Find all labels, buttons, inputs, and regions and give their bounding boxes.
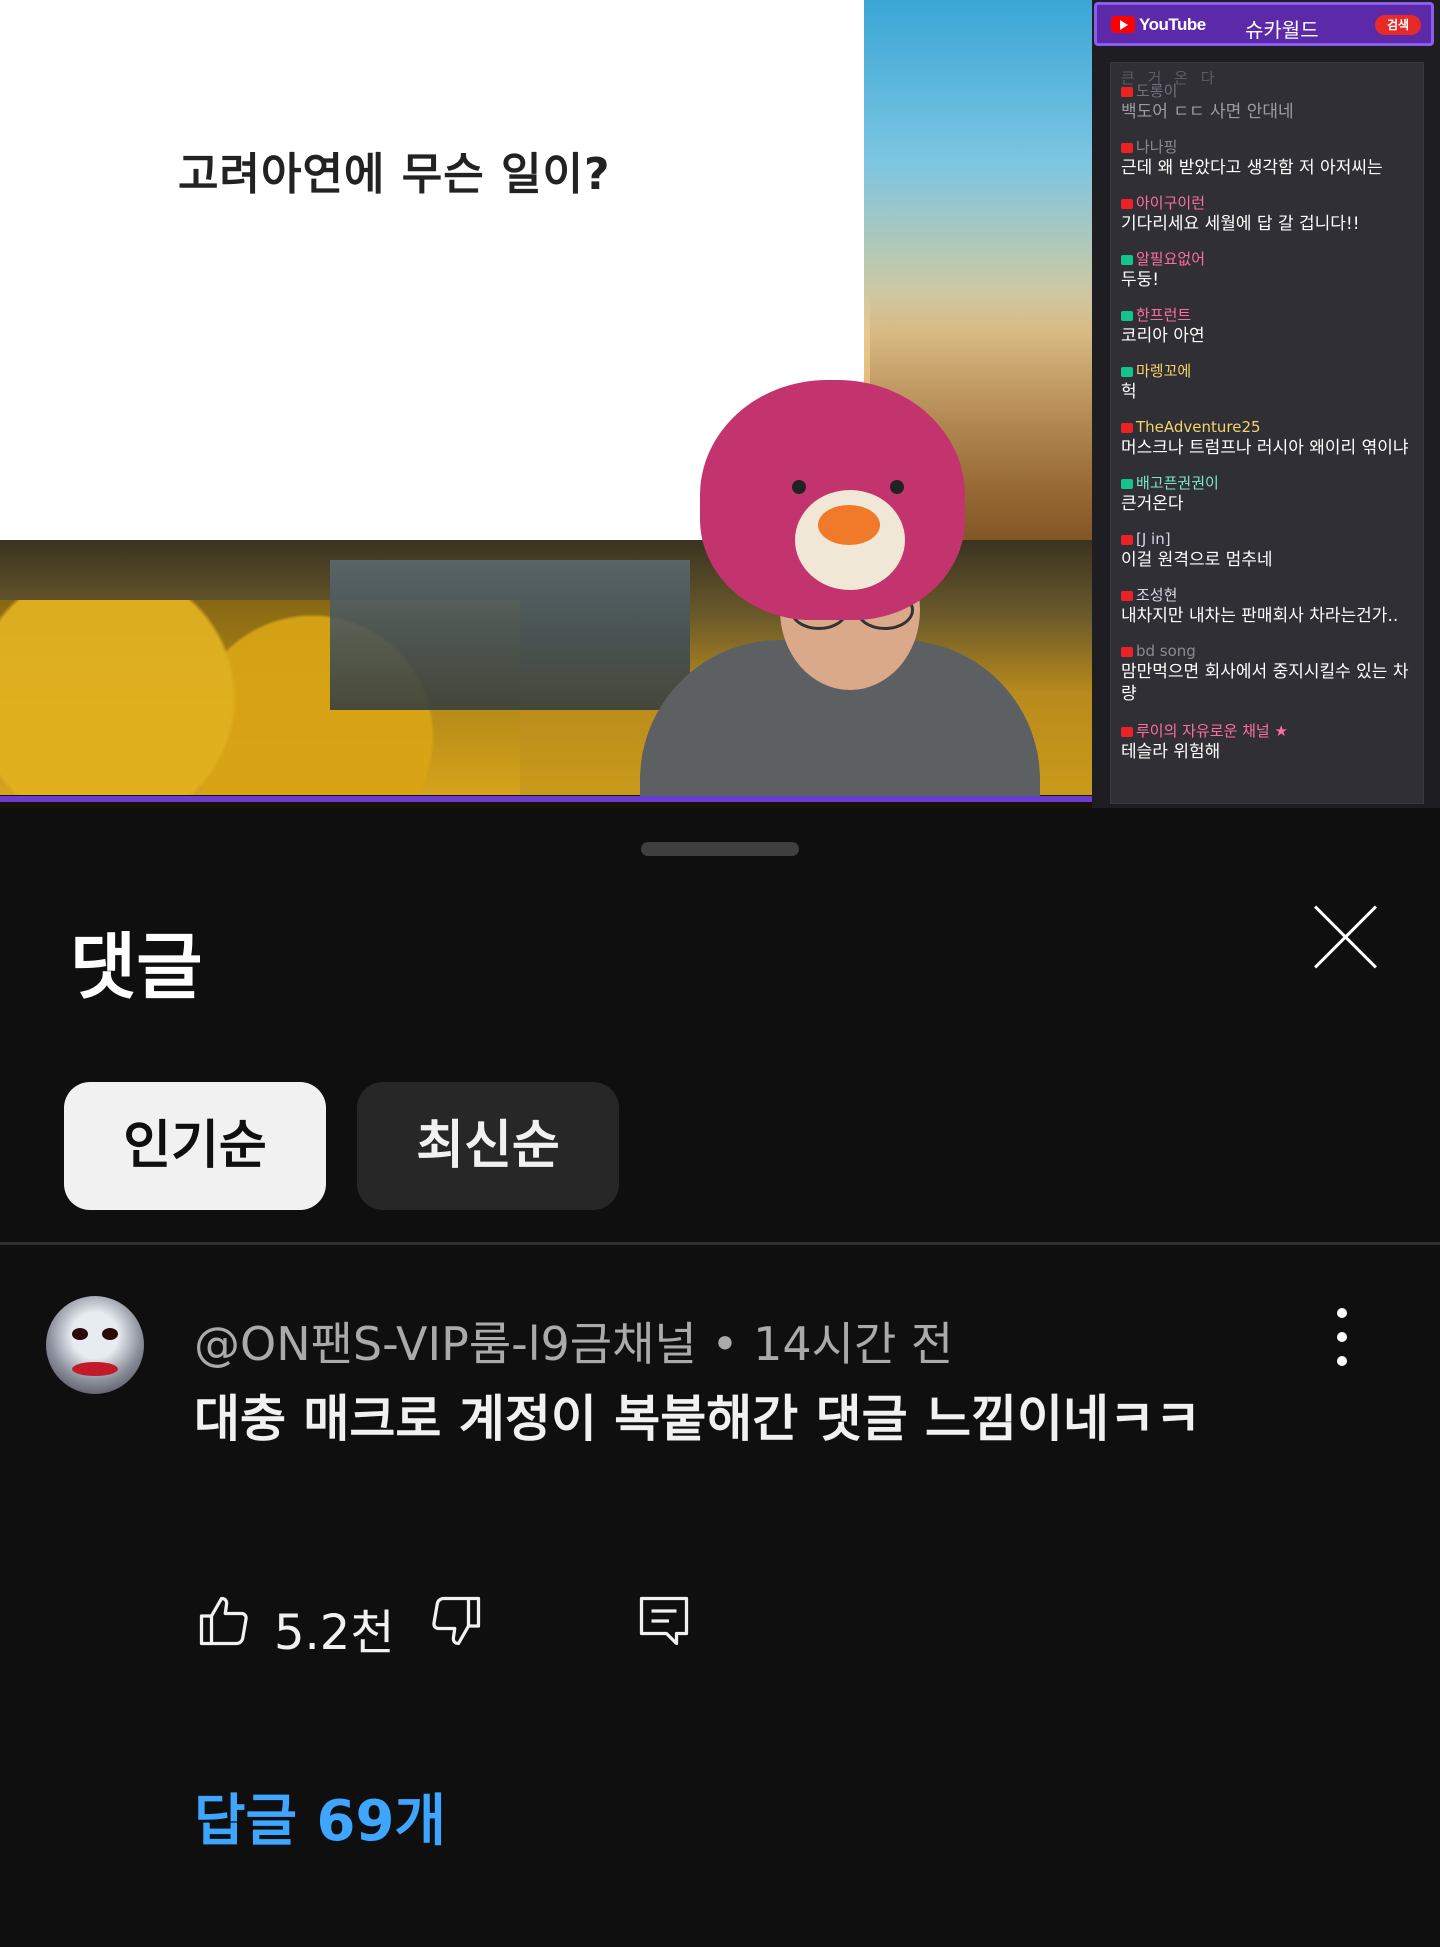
chat-message: 한프런트 코리아 아연 — [1121, 305, 1426, 347]
chat-text: 테슬라 위험해 — [1121, 742, 1221, 762]
reply-icon — [639, 1596, 689, 1646]
chat-message: 도롱이 백도어 ㄷㄷ 사면 안대네 — [1121, 81, 1426, 123]
comment-author-time[interactable]: @ON팬S-VIP룸-l9금채널 • 14시간 전 — [194, 1308, 953, 1374]
hat-nose — [818, 505, 880, 545]
chat-username: bd song — [1136, 642, 1196, 660]
chat-text-continued: 량 — [1121, 684, 1137, 704]
background-houses — [330, 560, 690, 710]
close-button[interactable] — [1308, 900, 1382, 974]
streamer — [640, 380, 1040, 800]
video-progress-bar[interactable] — [0, 796, 1092, 802]
slide-title: 고려아연에 무슨 일이? — [178, 149, 611, 200]
channel-name: 슈카월드 — [1245, 18, 1319, 42]
sort-chip-newest[interactable]: 최신순 — [357, 1082, 619, 1210]
chat-message: TheAdventure25 머스크나 트럼프나 러시아 왜이리 엮이냐 — [1121, 417, 1426, 459]
thumbs-up-icon — [199, 1596, 248, 1646]
like-count: 5.2천 — [274, 1605, 395, 1661]
chat-username: [J in] — [1136, 530, 1171, 548]
youtube-icon — [1121, 534, 1133, 545]
avatar[interactable] — [46, 1296, 144, 1394]
hat-eye — [792, 480, 806, 494]
youtube-icon — [1121, 422, 1133, 433]
bear-hat — [700, 380, 965, 620]
youtube-icon — [1121, 590, 1133, 601]
youtube-icon — [1121, 86, 1133, 97]
chat-username: 알필요없어 — [1136, 250, 1206, 268]
drag-handle[interactable] — [641, 842, 799, 856]
live-chat-overlay: YouTube 슈카월드 검색 큰 거 온 다 도롱이 백도어 ㄷㄷ 사면 안대… — [1092, 0, 1440, 808]
chat-message: 나나핑 근데 왜 받았다고 생각함 저 아저씨는 — [1121, 137, 1426, 179]
chat-text: 백도어 ㄷㄷ 사면 안대네 — [1121, 102, 1294, 122]
video-player[interactable]: 고려아연에 무슨 일이? YouTube 슈카월드 검색 큰 거 온 다 도롱이… — [0, 0, 1440, 808]
chat-text: 헉 — [1121, 382, 1137, 402]
divider — [0, 1242, 1440, 1245]
chat-username: 나나핑 — [1136, 138, 1178, 156]
comment-text: 대충 매크로 계정이 복붙해간 댓글 느낌이네ㅋㅋ — [194, 1390, 1202, 1448]
platform-name: YouTube — [1139, 15, 1206, 34]
chzzk-icon — [1121, 366, 1133, 377]
chat-username: 마렝꼬에 — [1136, 362, 1192, 380]
chat-username: 조성현 — [1136, 586, 1178, 604]
chat-message: [J in] 이걸 원격으로 멈추네 — [1121, 529, 1426, 571]
hat-eye — [890, 480, 904, 494]
chat-text: 머스크나 트럼프나 러시아 왜이리 엮이냐 — [1121, 438, 1409, 458]
chat-message: 조성현 내차지만 내차는 판매회사 차라는건가.. — [1121, 585, 1426, 627]
chat-username: 아이구이런 — [1136, 194, 1206, 212]
youtube-icon — [1121, 646, 1133, 657]
chat-messages: 큰 거 온 다 도롱이 백도어 ㄷㄷ 사면 안대네 나나핑 근데 왜 받았다고 … — [1110, 62, 1424, 804]
youtube-icon — [1121, 726, 1133, 737]
chat-text: 큰거온다 — [1121, 494, 1184, 514]
chat-message: 루이의 자유로운 채널 ★ 테슬라 위험해 — [1121, 721, 1426, 763]
chat-text: 기다리세요 세월에 답 갈 겁니다!! — [1121, 214, 1360, 234]
panel-title: 댓글 — [70, 925, 203, 1009]
like-button[interactable] — [194, 1591, 254, 1651]
youtube-logo-icon — [1111, 16, 1135, 33]
chat-text: 코리아 아연 — [1121, 326, 1205, 346]
reply-button[interactable] — [634, 1591, 694, 1651]
chzzk-icon — [1121, 478, 1133, 489]
chat-text: 두둥! — [1121, 270, 1160, 290]
chat-message: 아이구이런 기다리세요 세월에 답 갈 겁니다!! — [1121, 193, 1426, 235]
chat-header: YouTube 슈카월드 검색 — [1094, 2, 1434, 46]
chat-message: 마렝꼬에 헉 — [1121, 361, 1426, 403]
chat-username: TheAdventure25 — [1136, 418, 1261, 436]
chat-username: 한프런트 — [1136, 306, 1192, 324]
comments-panel: 댓글 인기순 최신순 @ON팬S-VIP룸-l9금채널 • 14시간 전 대충 … — [0, 810, 1440, 1947]
chat-text: 이걸 원격으로 멈추네 — [1121, 550, 1273, 570]
chat-message: bd song 맘만먹으면 회사에서 중지시킬수 있는 차 량 — [1121, 641, 1426, 705]
chat-username: 도롱이 — [1136, 82, 1178, 100]
chat-message: 알필요없어 두둥! — [1121, 249, 1426, 291]
chzzk-icon — [1121, 310, 1133, 321]
comment-item: @ON팬S-VIP룸-l9금채널 • 14시간 전 대충 매크로 계정이 복붙해… — [0, 1246, 1440, 1946]
chat-message: 배고픈권권이 큰거온다 — [1121, 473, 1426, 515]
chat-text: 근데 왜 받았다고 생각함 저 아저씨는 — [1121, 158, 1383, 178]
chat-username: 배고픈권권이 — [1136, 474, 1219, 492]
chat-username: 루이의 자유로운 채널 ★ — [1136, 722, 1288, 740]
more-options-icon[interactable] — [1332, 1308, 1352, 1368]
sort-chip-top[interactable]: 인기순 — [64, 1082, 326, 1210]
youtube-icon — [1121, 142, 1133, 153]
replies-link[interactable]: 답글 69개 — [194, 1776, 446, 1857]
chat-text: 내차지만 내차는 판매회사 차라는건가.. — [1121, 606, 1399, 626]
chat-search-badge: 검색 — [1375, 15, 1421, 35]
youtube-icon — [1121, 198, 1133, 209]
chat-text: 맘만먹으면 회사에서 중지시킬수 있는 차 — [1121, 662, 1409, 682]
thumbs-down-icon — [432, 1596, 481, 1646]
dislike-button[interactable] — [426, 1591, 486, 1651]
chzzk-icon — [1121, 254, 1133, 265]
